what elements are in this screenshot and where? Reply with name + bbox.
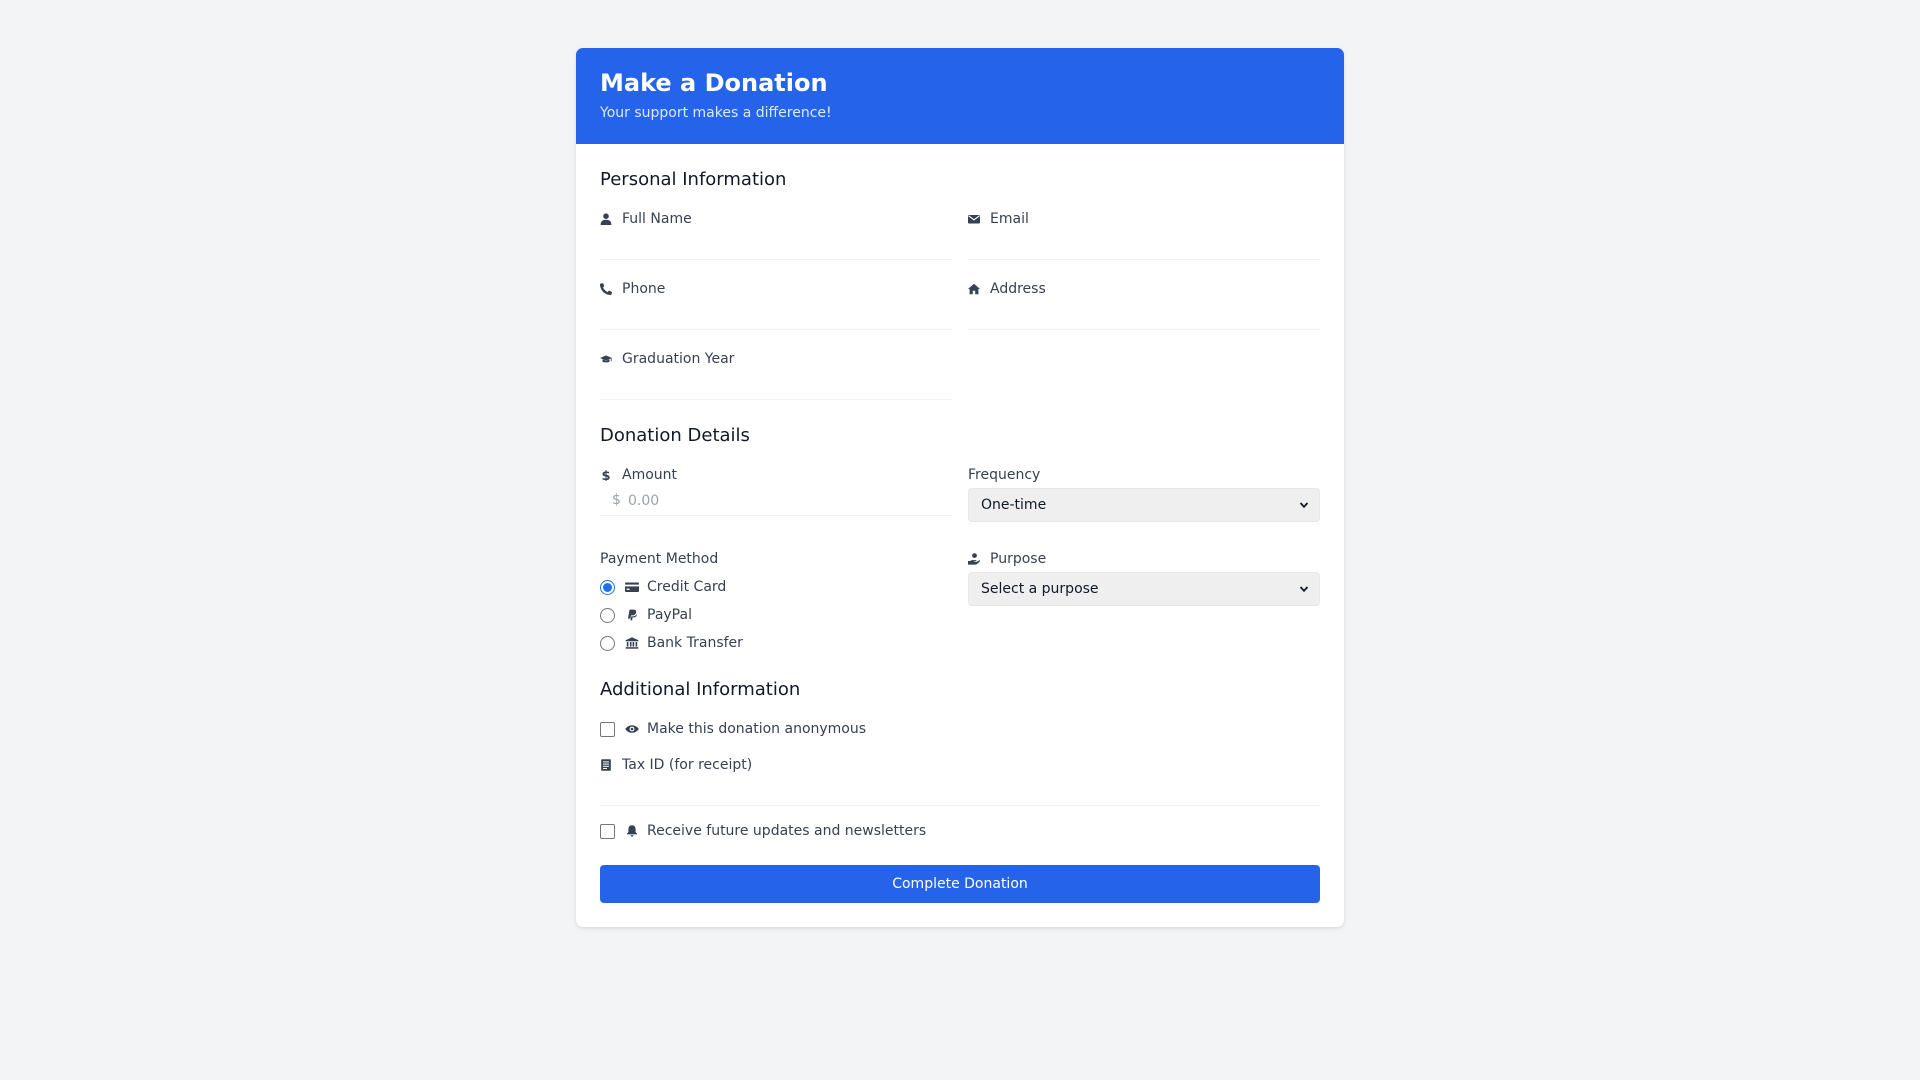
- phone-label: Phone: [600, 280, 952, 298]
- graduation-year-label: Graduation Year: [600, 350, 952, 368]
- personal-grid-2: Phone Address: [600, 280, 1320, 330]
- form-header: Make a Donation Your support makes a dif…: [576, 48, 1344, 144]
- newsletter-checkbox[interactable]: [600, 823, 615, 839]
- full-name-field: Full Name: [600, 210, 952, 260]
- section-title-personal: Personal Information: [600, 169, 787, 190]
- amount-field: $ Amount $: [600, 466, 952, 522]
- currency-symbol: $: [612, 492, 621, 508]
- graduation-year-input[interactable]: [600, 368, 952, 400]
- payment-radio-bank-transfer[interactable]: [600, 635, 615, 651]
- full-name-input[interactable]: [600, 228, 952, 260]
- home-icon: [968, 283, 980, 295]
- user-icon: [600, 213, 612, 225]
- tax-id-input[interactable]: [600, 774, 1320, 806]
- email-input[interactable]: [968, 228, 1320, 260]
- phone-label-text: Phone: [622, 281, 666, 297]
- anonymous-option[interactable]: Make this donation anonymous: [600, 720, 1320, 738]
- bell-icon: [625, 825, 639, 837]
- personal-grid-3: Graduation Year: [600, 350, 1320, 400]
- payment-option-label: Credit Card: [647, 579, 727, 595]
- address-input[interactable]: [968, 298, 1320, 330]
- section-title-additional: Additional Information: [600, 679, 801, 700]
- page-title: Make a Donation: [600, 69, 828, 97]
- tax-id-label: Tax ID (for receipt): [600, 756, 1320, 774]
- envelope-icon: [968, 213, 980, 225]
- payment-method-field: Payment Method Credit Card PayPal Bank T…: [600, 550, 952, 652]
- purpose-label-text: Purpose: [990, 551, 1047, 567]
- purpose-field: Purpose Select a purpose: [968, 550, 1320, 652]
- payment-radio-credit-card[interactable]: [600, 579, 615, 595]
- form-body: Personal Information Full Name Email Pho…: [576, 144, 1344, 927]
- frequency-label: Frequency: [968, 467, 1041, 483]
- payment-option-credit-card[interactable]: Credit Card: [600, 578, 952, 596]
- donation-card: Make a Donation Your support makes a dif…: [576, 48, 1344, 927]
- newsletter-option[interactable]: Receive future updates and newsletters: [600, 822, 1320, 840]
- complete-donation-button[interactable]: Complete Donation: [600, 865, 1320, 903]
- donation-grid-2: Payment Method Credit Card PayPal Bank T…: [600, 550, 1320, 652]
- hand-holding-icon: [968, 553, 980, 565]
- amount-label-text: Amount: [622, 467, 678, 483]
- anonymous-label: Make this donation anonymous: [647, 721, 867, 737]
- donation-grid: $ Amount $ Frequency One-time: [600, 466, 1320, 522]
- anonymous-checkbox[interactable]: [600, 721, 615, 737]
- frequency-field: Frequency One-time: [968, 466, 1320, 522]
- bank-icon: [625, 637, 639, 649]
- payment-option-bank-transfer[interactable]: Bank Transfer: [600, 634, 952, 652]
- payment-option-paypal[interactable]: PayPal: [600, 606, 952, 624]
- paypal-icon: [625, 609, 639, 621]
- phone-input[interactable]: [600, 298, 952, 330]
- amount-label: $ Amount: [600, 466, 952, 484]
- chevron-down-icon: [1299, 502, 1309, 509]
- dollar-icon: $: [600, 469, 612, 481]
- email-label: Email: [968, 210, 1320, 228]
- receipt-icon: [600, 759, 612, 771]
- graduation-year-label-text: Graduation Year: [622, 351, 735, 367]
- graduation-year-field: Graduation Year: [600, 350, 952, 400]
- eye-icon: [625, 723, 639, 735]
- tax-id-label-text: Tax ID (for receipt): [622, 757, 753, 773]
- purpose-label: Purpose: [968, 550, 1320, 568]
- email-label-text: Email: [990, 211, 1029, 227]
- payment-option-label: Bank Transfer: [647, 635, 743, 651]
- credit-card-icon: [625, 581, 639, 593]
- tax-id-field: Tax ID (for receipt): [600, 756, 1320, 806]
- graduation-cap-icon: [600, 353, 612, 365]
- empty-cell: [968, 350, 1320, 400]
- page-subtitle: Your support makes a difference!: [600, 105, 832, 121]
- address-label-text: Address: [990, 281, 1046, 297]
- svg-text:$: $: [601, 469, 610, 481]
- section-title-donation: Donation Details: [600, 425, 750, 446]
- frequency-select[interactable]: One-time: [968, 488, 1320, 522]
- amount-input[interactable]: [628, 488, 928, 514]
- chevron-down-icon: [1299, 586, 1309, 593]
- full-name-label: Full Name: [600, 210, 952, 228]
- payment-method-label: Payment Method: [600, 551, 719, 567]
- email-field: Email: [968, 210, 1320, 260]
- amount-input-wrap: $: [600, 488, 952, 516]
- personal-grid: Full Name Email: [600, 210, 1320, 260]
- frequency-selected: One-time: [981, 497, 1047, 513]
- newsletter-label: Receive future updates and newsletters: [647, 823, 927, 839]
- address-field: Address: [968, 280, 1320, 330]
- address-label: Address: [968, 280, 1320, 298]
- payment-option-label: PayPal: [647, 607, 692, 623]
- purpose-select[interactable]: Select a purpose: [968, 572, 1320, 606]
- full-name-label-text: Full Name: [622, 211, 692, 227]
- phone-icon: [600, 283, 612, 295]
- payment-radio-paypal[interactable]: [600, 607, 615, 623]
- purpose-selected: Select a purpose: [981, 581, 1099, 597]
- phone-field: Phone: [600, 280, 952, 330]
